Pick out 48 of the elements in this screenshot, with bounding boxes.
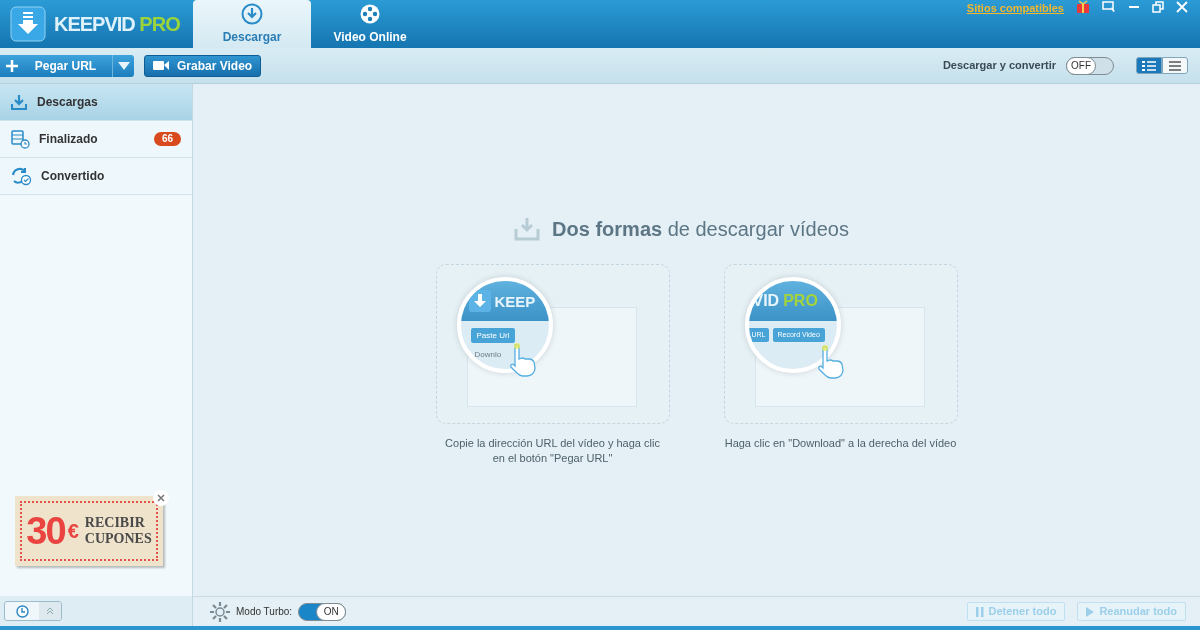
screen-cursor-icon — [1102, 1, 1116, 13]
turbo-mode-label: Modo Turbo: — [236, 605, 293, 619]
settings-icon — [209, 600, 231, 623]
app-logo-text: KEEPVID PRO — [54, 14, 180, 34]
coupon-text: RECIBIR — [84, 515, 146, 531]
toggle-switch[interactable]: OFF — [1066, 56, 1114, 75]
coupon-text: CUPONES — [84, 531, 152, 547]
play-icon — [1086, 606, 1095, 617]
paste-url-button[interactable]: Pegar URL — [0, 54, 134, 77]
expand-button[interactable] — [39, 602, 61, 620]
gift-icon — [1076, 0, 1090, 13]
list-icon — [1168, 60, 1182, 71]
convert-icon — [10, 166, 32, 186]
menu-item-text: Downlo — [473, 349, 503, 361]
detailed-list-icon — [1142, 60, 1156, 71]
currency-sign: € — [67, 521, 79, 541]
pause-icon — [975, 606, 984, 617]
toggle-switch[interactable]: ON — [298, 602, 347, 621]
close-button[interactable] — [153, 490, 169, 506]
clock-icon — [15, 604, 29, 618]
instruction-text: Copie la dirección URL del vídeo y haga clic en el botón "Pegar URL" — [445, 436, 660, 466]
download-tray-icon — [514, 217, 541, 241]
caret-icon — [117, 61, 130, 70]
close-icon — [1176, 1, 1188, 13]
instruction-text: Haga clic en "Download" a la derecha del vídeo — [724, 436, 957, 451]
logo-icon — [468, 290, 491, 312]
download-icon — [10, 93, 28, 111]
sidebar-item[interactable]: Descargas — [0, 84, 192, 121]
count-badge: 66 — [153, 132, 181, 146]
logo-text: PRO — [783, 293, 818, 309]
record-video-button[interactable]: Grabar Video — [144, 54, 262, 77]
view-toggle-button[interactable] — [1136, 57, 1162, 74]
restore-icon — [1152, 1, 1164, 13]
coupon-amount: 30 — [26, 512, 65, 550]
nav-tab[interactable]: Video Online — [311, 0, 429, 48]
view-toggle-button[interactable] — [1162, 57, 1188, 74]
download-circle-icon — [241, 2, 263, 25]
plus-icon — [5, 58, 19, 73]
logo-text: KEEP — [494, 293, 536, 309]
film-clock-icon — [10, 129, 30, 149]
video-camera-icon — [153, 60, 169, 71]
nav-tab[interactable]: Descargar — [193, 0, 311, 48]
app-logo-icon — [10, 6, 46, 42]
film-reel-icon — [359, 2, 381, 25]
convert-label: Descargar y convertir — [942, 58, 1056, 74]
double-chevron-icon — [46, 607, 54, 615]
main-heading: Dos formas de descargar vídeos — [552, 217, 849, 242]
close-icon — [157, 494, 165, 502]
